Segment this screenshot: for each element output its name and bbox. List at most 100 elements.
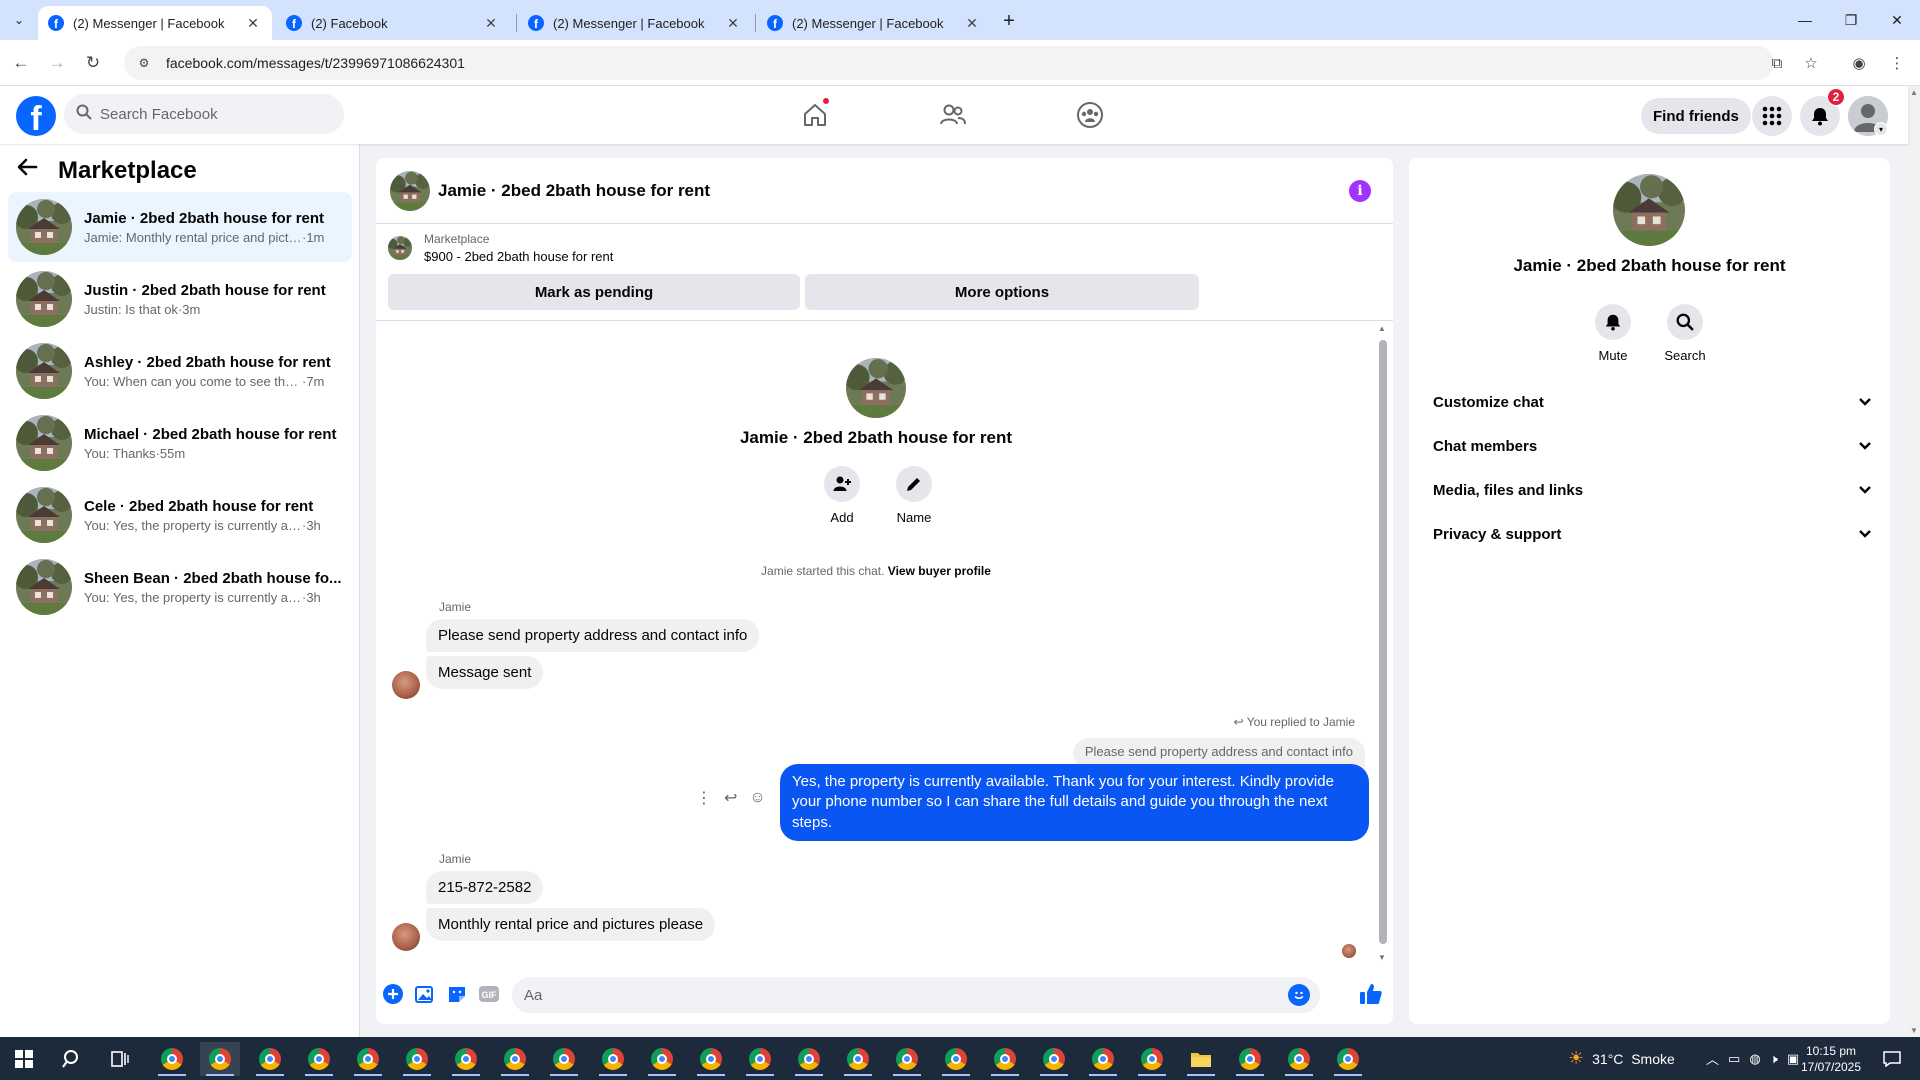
network-icon[interactable]: ◍ <box>1749 1051 1760 1067</box>
windows-start-icon[interactable] <box>4 1042 44 1076</box>
browser-tab-1[interactable]: f (2) Messenger | Facebook ✕ <box>38 6 272 40</box>
chat-members-section[interactable]: Chat members <box>1425 424 1875 468</box>
taskbar-chrome-icon[interactable] <box>1034 1042 1074 1076</box>
search-in-chat-button[interactable]: Search <box>1655 304 1715 363</box>
taskbar-chrome-icon[interactable] <box>1132 1042 1172 1076</box>
taskbar-chrome-icon[interactable] <box>936 1042 976 1076</box>
listing-summary[interactable]: Marketplace $900 - 2bed 2bath house for … <box>388 232 613 264</box>
taskbar-chrome-icon[interactable] <box>446 1042 486 1076</box>
emoji-icon[interactable] <box>1288 984 1310 1006</box>
outgoing-message[interactable]: Yes, the property is currently available… <box>780 764 1369 841</box>
message-input[interactable] <box>524 986 1264 1004</box>
incoming-message[interactable]: Message sent <box>426 656 544 689</box>
gif-icon[interactable]: GIF <box>478 983 500 1005</box>
incoming-message[interactable]: 215-872-2582 <box>426 871 544 904</box>
media-files-links-section[interactable]: Media, files and links <box>1425 468 1875 512</box>
back-arrow-icon[interactable] <box>16 156 48 185</box>
new-tab-button[interactable]: + <box>996 8 1022 34</box>
browser-menu-icon[interactable]: ⋮ <box>1884 50 1910 76</box>
browser-tab-4[interactable]: f (2) Messenger | Facebook ✕ <box>757 6 991 40</box>
taskbar-chrome-icon[interactable] <box>544 1042 584 1076</box>
message-input-field[interactable] <box>512 977 1320 1013</box>
attach-photo-icon[interactable] <box>414 983 436 1005</box>
volume-icon[interactable]: 🕨 <box>1770 1051 1778 1067</box>
conversation-item[interactable]: Cele · 2bed 2bath house for rent You: Ye… <box>8 480 352 550</box>
url-text[interactable]: facebook.com/messages/t/2399697108662430… <box>166 55 465 71</box>
taskbar-chrome-icon[interactable] <box>887 1042 927 1076</box>
mark-as-pending-button[interactable]: Mark as pending <box>388 274 800 310</box>
taskbar-chrome-icon[interactable] <box>1328 1042 1368 1076</box>
chat-title[interactable]: Jamie · 2bed 2bath house for rent <box>438 181 710 201</box>
close-tab-icon[interactable]: ✕ <box>482 15 500 32</box>
conversation-item[interactable]: Ashley · 2bed 2bath house for rent You: … <box>8 336 352 406</box>
view-buyer-profile-link[interactable]: View buyer profile <box>888 564 991 578</box>
sticker-icon[interactable] <box>446 983 468 1005</box>
edit-name-button[interactable]: Name <box>896 466 932 525</box>
close-tab-icon[interactable]: ✕ <box>963 15 981 32</box>
taskbar-chrome-icon[interactable] <box>1083 1042 1123 1076</box>
close-tab-icon[interactable]: ✕ <box>244 15 262 32</box>
more-actions-plus-icon[interactable] <box>382 983 404 1005</box>
browser-tab-2[interactable]: f (2) Facebook ✕ <box>276 6 510 40</box>
chat-scrollbar[interactable]: ▲ ▼ <box>1377 324 1387 962</box>
more-vertical-icon[interactable]: ⋮ <box>696 788 712 808</box>
taskbar-chrome-icon[interactable] <box>299 1042 339 1076</box>
scroll-down-arrow-icon[interactable]: ▼ <box>1378 953 1386 962</box>
taskbar-chrome-icon[interactable] <box>348 1042 388 1076</box>
privacy-support-section[interactable]: Privacy & support <box>1425 512 1875 556</box>
account-chevron-down-icon[interactable]: ▾ <box>1874 122 1888 136</box>
scrollbar-thumb[interactable] <box>1379 340 1387 944</box>
forward-arrow-icon[interactable]: → <box>44 50 70 76</box>
reload-icon[interactable]: ↻ <box>80 50 106 76</box>
taskbar-chrome-icon[interactable] <box>495 1042 535 1076</box>
taskbar-chrome-icon[interactable] <box>397 1042 437 1076</box>
facebook-logo-icon[interactable]: f <box>16 96 56 136</box>
close-window-button[interactable]: ✕ <box>1874 0 1920 40</box>
bookmark-star-icon[interactable]: ☆ <box>1798 50 1824 76</box>
address-bar[interactable]: ⚙ facebook.com/messages/t/23996971086624… <box>124 46 1774 80</box>
meet-now-icon[interactable]: ▭ <box>1728 1051 1740 1067</box>
incoming-message[interactable]: Monthly rental price and pictures please <box>426 908 716 941</box>
nav-groups[interactable] <box>1035 94 1145 136</box>
add-people-button[interactable]: Add <box>824 466 860 525</box>
weather-widget[interactable]: ☀ 31°C Smoke <box>1568 1037 1675 1080</box>
page-scrollbar[interactable]: ▲ ▼ <box>1908 86 1920 1037</box>
nav-friends[interactable] <box>898 94 1008 136</box>
sender-avatar[interactable] <box>392 671 420 699</box>
info-icon[interactable]: i <box>1349 180 1371 202</box>
task-view-icon[interactable] <box>100 1042 140 1076</box>
find-friends-button[interactable]: Find friends <box>1641 98 1751 134</box>
back-arrow-icon[interactable]: ← <box>8 50 34 76</box>
facebook-search[interactable] <box>64 94 344 134</box>
nav-home[interactable] <box>760 94 870 136</box>
taskbar-chrome-icon[interactable] <box>200 1042 240 1076</box>
conversation-item[interactable]: Sheen Bean · 2bed 2bath house fo... You:… <box>8 552 352 622</box>
customize-chat-section[interactable]: Customize chat <box>1425 380 1875 424</box>
menu-grid-button[interactable] <box>1752 96 1792 136</box>
taskbar-search-icon[interactable] <box>52 1042 92 1076</box>
install-app-icon[interactable]: ⧉ <box>1764 50 1790 76</box>
scroll-up-arrow-icon[interactable]: ▲ <box>1910 88 1918 97</box>
taskbar-chrome-icon[interactable] <box>593 1042 633 1076</box>
close-tab-icon[interactable]: ✕ <box>724 15 742 32</box>
sender-avatar[interactable] <box>392 923 420 951</box>
search-input[interactable] <box>100 105 320 123</box>
more-options-button[interactable]: More options <box>805 274 1199 310</box>
tab-search-dropdown-icon[interactable]: ⌄ <box>8 9 30 31</box>
like-thumbs-up-icon[interactable] <box>1358 981 1384 1007</box>
conversation-item[interactable]: Jamie · 2bed 2bath house for rent Jamie:… <box>8 192 352 262</box>
tray-expand-icon[interactable]: ︿ <box>1706 1049 1719 1068</box>
site-info-icon[interactable]: ⚙ <box>134 53 154 73</box>
incoming-message[interactable]: Please send property address and contact… <box>426 619 760 652</box>
chat-avatar[interactable] <box>390 171 430 211</box>
taskbar-chrome-icon[interactable] <box>691 1042 731 1076</box>
notification-center-icon[interactable] <box>1872 1042 1912 1076</box>
reply-icon[interactable]: ↩ <box>724 788 737 808</box>
conversation-item[interactable]: Michael · 2bed 2bath house for rent You:… <box>8 408 352 478</box>
taskbar-chrome-icon[interactable] <box>152 1042 192 1076</box>
minimize-window-button[interactable]: — <box>1782 0 1828 40</box>
taskbar-chrome-icon[interactable] <box>838 1042 878 1076</box>
taskbar-chrome-icon[interactable] <box>642 1042 682 1076</box>
taskbar-clock[interactable]: 10:15 pm 17/07/2025 <box>1798 1043 1864 1075</box>
browser-tab-3[interactable]: f (2) Messenger | Facebook ✕ <box>518 6 752 40</box>
